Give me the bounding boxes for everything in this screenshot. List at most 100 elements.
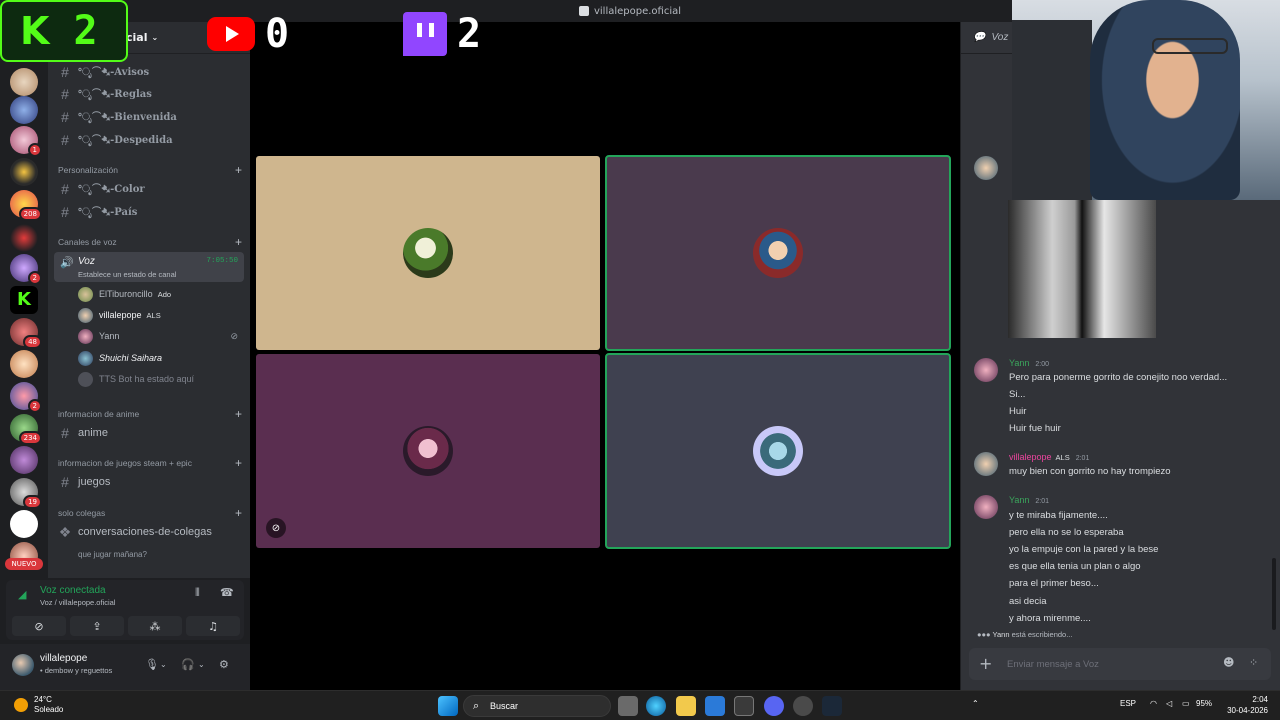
participant-tile[interactable] [256,156,600,350]
channel-anime[interactable]: # anime [56,423,242,443]
server-icon[interactable]: 234 [10,414,42,445]
server-icon[interactable]: 208 [10,190,42,221]
chevron-up-icon[interactable]: ⌃ [972,699,979,708]
category-juegos[interactable]: informacion de juegos steam + epic + [58,456,242,470]
channel-despedida[interactable]: # °ೃ⁀➷-Despedida [56,130,242,150]
disconnect-icon[interactable]: ☎ [220,586,234,599]
category-personalizacion[interactable]: Personalización + [58,163,242,177]
message-input[interactable] [1007,656,1217,672]
channel-avisos[interactable]: # °ೃ⁀➷-Avisos [56,62,242,82]
wifi-icon[interactable]: ◠ [1150,699,1157,708]
chevron-down-icon[interactable]: ⌄ [160,660,167,669]
server-icon[interactable] [10,510,38,538]
server-icon[interactable] [10,350,38,378]
start-button[interactable] [438,696,458,716]
kick-server-icon[interactable]: K [10,286,38,314]
category-anime[interactable]: informacion de anime + [58,407,242,421]
mention-badge: 48 [23,335,42,349]
battery-icon[interactable]: ▭ [1182,699,1190,708]
message-author[interactable]: Yann 2:00 [1009,358,1049,368]
avatar[interactable] [974,156,998,180]
user-tag: Ado [157,289,172,299]
message-author[interactable]: villalepope ALS 2:01 [1009,452,1089,462]
thread-item[interactable]: que jugar mañana? [78,550,147,559]
voice-user[interactable]: TTS Bot ha estado aquí [78,369,248,389]
channel-bienvenida[interactable]: # °ೃ⁀➷-Bienvenida [56,107,242,127]
server-icon[interactable]: 48 [10,318,42,349]
message-author[interactable]: Yann 2:01 [1009,495,1049,505]
server-icon[interactable]: 2 [10,382,42,413]
screen-share-button[interactable]: ⇪ [70,616,124,636]
voice-location[interactable]: Voz / villalepope.oficial [40,598,115,607]
file-explorer-icon[interactable] [676,696,696,716]
server-icon[interactable] [10,446,38,474]
server-icon[interactable] [10,68,38,96]
server-icon[interactable]: 1 [10,126,42,157]
add-channel-icon[interactable]: + [235,235,242,249]
volume-icon[interactable]: ◁ [1166,699,1172,708]
channel-label: °ೃ⁀➷-Avisos [78,66,150,78]
voice-user[interactable]: ElTiburoncillo Ado [78,284,248,304]
server-icon[interactable] [10,96,38,124]
gear-icon[interactable]: ⚙ [219,658,229,671]
channel-reglas[interactable]: # °ೃ⁀➷-Reglas [56,84,242,104]
participant-tile[interactable]: ⊘ [256,354,600,548]
noise-suppression-icon[interactable]: ⦀ [195,586,200,600]
clock[interactable]: 2:04 30-04-2026 [1224,694,1268,716]
server-icon[interactable] [10,158,38,186]
chat-scrollbar[interactable] [1272,558,1276,630]
voice-user[interactable]: villalepope ALS [78,305,248,325]
author-name[interactable]: villalepope [1009,452,1052,462]
emoji-icon[interactable]: ☻ [1223,656,1234,669]
store-icon[interactable] [734,696,754,716]
category-voz[interactable]: Canales de voz + [58,235,242,249]
channel-juegos[interactable]: # juegos [56,472,242,492]
avatar[interactable] [974,452,998,476]
camera-off-button[interactable]: ⊘ [12,616,66,636]
server-icon[interactable]: 19 [10,478,42,509]
language-indicator[interactable]: ESP [1120,699,1136,708]
steam-icon[interactable] [822,696,842,716]
activities-button[interactable]: ⁂ [128,616,182,636]
channel-conversaciones[interactable]: ❖ conversaciones-de-colegas [56,522,242,542]
add-channel-icon[interactable]: + [235,506,242,520]
discord-taskbar-icon[interactable] [764,696,784,716]
voice-user[interactable]: Yann ⊘ [78,326,248,346]
voice-channel-status[interactable]: Establece un estado de canal [78,270,176,279]
author-name[interactable]: Yann [1009,358,1029,368]
avatar[interactable] [974,495,998,519]
signal-icon[interactable]: ◢ [18,588,26,601]
app-icon[interactable] [705,696,725,716]
server-icon[interactable]: 2 [10,254,42,285]
category-solo-colegas[interactable]: solo colegas + [58,506,242,520]
headphones-icon[interactable]: 🎧 [181,658,195,671]
app-icon[interactable] [793,696,813,716]
voice-user[interactable]: Shuichi Saihara [78,348,248,368]
participant-tile-speaking[interactable] [605,155,951,351]
server-icon[interactable] [10,224,38,252]
channel-pais[interactable]: # °ೃ⁀➷-País [56,202,242,222]
weather-widget[interactable]: 24°C Soleado [14,695,63,715]
add-channel-icon[interactable]: + [235,456,242,470]
voice-channel-voz[interactable]: 🔊 Voz Establece un estado de canal 7:05:… [54,252,244,282]
add-channel-icon[interactable]: + [235,407,242,421]
server-name: cial [126,31,148,44]
edge-icon[interactable] [646,696,666,716]
channel-label: °ೃ⁀➷-País [78,206,138,218]
avatar[interactable] [974,358,998,382]
apps-icon[interactable]: ⁘ [1249,656,1258,669]
channel-color[interactable]: # °ೃ⁀➷-Color [56,179,242,199]
message-text: y te miraba fijamente.... [1009,510,1108,521]
microphone-icon[interactable]: 🎙 [145,658,159,671]
taskbar-search[interactable]: ⌕ Buscar [463,695,611,717]
soundboard-button[interactable]: ♫ [186,616,240,636]
avatar[interactable] [12,654,34,676]
participant-tile-speaking[interactable] [605,353,951,549]
author-name[interactable]: Yann [1009,495,1029,505]
chevron-down-icon[interactable]: ⌄ [198,660,205,669]
message-time: 2:00 [1035,361,1049,368]
add-attachment-icon[interactable]: + [979,654,992,673]
add-channel-icon[interactable]: + [235,163,242,177]
task-view-icon[interactable] [618,696,638,716]
message-text: muy bien con gorrito no hay trompiezo [1009,466,1171,477]
